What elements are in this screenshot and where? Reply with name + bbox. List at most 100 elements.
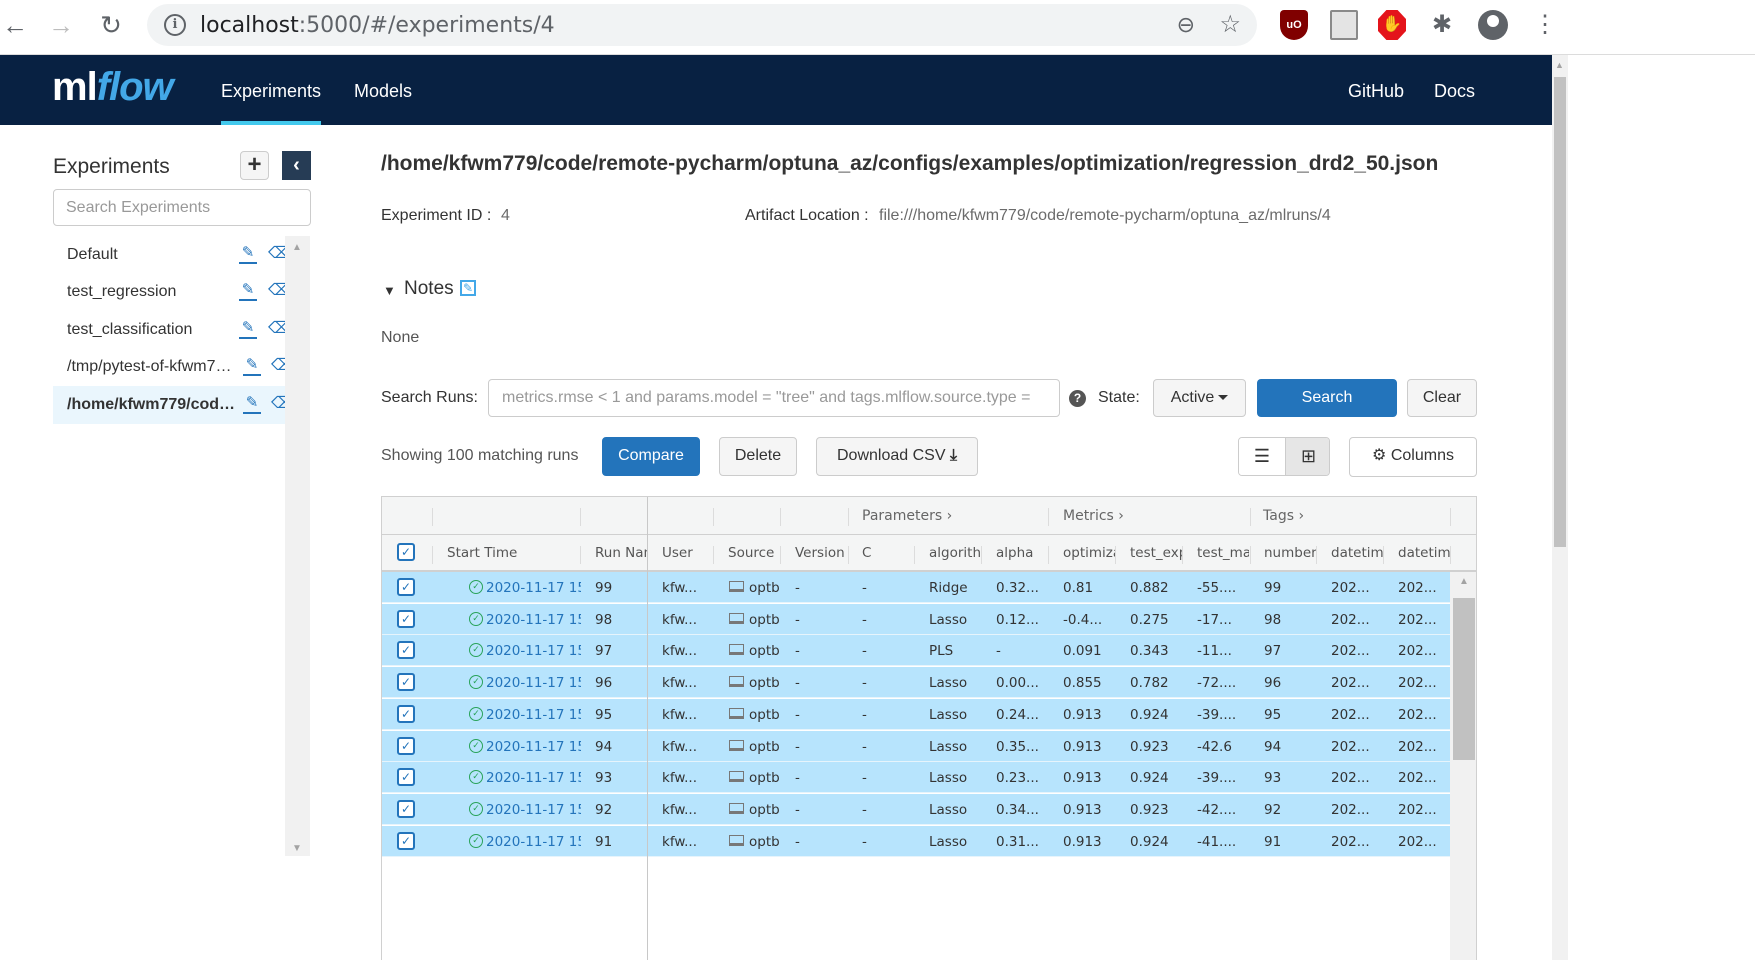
add-experiment-button[interactable]: + — [240, 151, 269, 180]
sidebar-item-default[interactable]: Default ✎ ⌫ — [53, 236, 291, 274]
browser-menu-icon[interactable]: ⋮ — [1533, 10, 1557, 40]
cell-start-time[interactable]: 2020-11-17 15: — [486, 675, 581, 691]
table-row[interactable]: ✓✓2020-11-17 15:99kfw...optbi--Ridge0.32… — [382, 572, 1450, 603]
table-row[interactable]: ✓✓2020-11-17 15:96kfw...optbi--Lasso0.00… — [382, 667, 1450, 699]
col-run-name[interactable]: Run Name — [595, 545, 647, 561]
help-icon[interactable]: ? — [1069, 390, 1086, 407]
cell-start-time[interactable]: 2020-11-17 15: — [486, 612, 581, 628]
table-row[interactable]: ✓✓2020-11-17 15:93kfw...optbi--Lasso0.23… — [382, 762, 1450, 794]
search-runs-input[interactable] — [488, 379, 1060, 417]
trash-icon[interactable]: ⌫ — [268, 281, 291, 301]
download-csv-button[interactable]: Download CSV ⤓ — [816, 437, 978, 476]
table-row[interactable]: ✓✓2020-11-17 15:95kfw...optbi--Lasso0.24… — [382, 698, 1450, 730]
notes-collapse-icon[interactable]: ▼ — [383, 283, 396, 298]
sidebar-item-test-classification[interactable]: test_classification ✎ ⌫ — [53, 311, 291, 349]
state-dropdown[interactable]: Active — [1153, 379, 1246, 417]
experiment-name[interactable]: /tmp/pytest-of-kfwm7… — [67, 358, 237, 376]
site-info-icon[interactable]: i — [164, 14, 186, 36]
cell-start-time[interactable]: 2020-11-17 15: — [486, 707, 581, 723]
scroll-down-icon[interactable]: ▼ — [292, 843, 302, 854]
bookmark-star-icon[interactable]: ☆ — [1219, 10, 1241, 39]
scroll-up-icon[interactable]: ▲ — [1555, 60, 1564, 70]
sidebar-scrollbar[interactable]: ▲ ▼ — [285, 236, 310, 856]
page-scrollbar[interactable]: ▲ — [1552, 55, 1568, 960]
col-start-time[interactable]: Start Time — [447, 545, 577, 561]
delete-button[interactable]: Delete — [719, 437, 797, 476]
sidebar-item-test-regression[interactable]: test_regression ✎ ⌫ — [53, 273, 291, 311]
scroll-up-icon[interactable]: ▲ — [1459, 576, 1469, 587]
row-checkbox[interactable]: ✓ — [397, 799, 415, 818]
forward-icon[interactable]: → — [46, 10, 76, 40]
nav-docs[interactable]: Docs — [1434, 81, 1475, 102]
col-user[interactable]: User — [662, 545, 712, 561]
cell-start-time[interactable]: 2020-11-17 15: — [486, 643, 581, 659]
ublock-extension-icon[interactable]: uO — [1280, 10, 1308, 40]
sidebar-item-home-kfwm779[interactable]: /home/kfwm779/cod… ✎ ⌫ — [53, 386, 294, 424]
col-algorithm[interactable]: algorithm — [929, 545, 981, 561]
col-version[interactable]: Version — [795, 545, 847, 561]
table-row[interactable]: ✓✓2020-11-17 15:91kfw...optbi--Lasso0.31… — [382, 825, 1450, 857]
edit-icon[interactable]: ✎ — [243, 394, 261, 414]
row-checkbox[interactable]: ✓ — [397, 768, 415, 787]
notes-heading[interactable]: Notes — [404, 278, 454, 300]
metrics-group[interactable]: Metrics › — [1063, 508, 1124, 524]
scroll-up-icon[interactable]: ▲ — [292, 242, 302, 253]
back-icon[interactable]: ← — [0, 10, 30, 40]
extensions-puzzle-icon[interactable]: ✱ — [1428, 10, 1456, 40]
row-checkbox[interactable]: ✓ — [397, 704, 415, 723]
document-extension-icon[interactable] — [1330, 10, 1358, 40]
address-bar[interactable]: i localhost:5000/#/experiments/4 ⊖ ☆ — [147, 4, 1257, 46]
col-datetime-1[interactable]: datetime — [1331, 545, 1383, 561]
col-datetime-2[interactable]: datetime — [1398, 545, 1450, 561]
zoom-out-icon[interactable]: ⊖ — [1177, 12, 1195, 38]
collapse-sidebar-button[interactable]: ‹ — [282, 151, 311, 180]
nav-github[interactable]: GitHub — [1348, 81, 1404, 102]
edit-icon[interactable]: ✎ — [239, 244, 257, 264]
col-source[interactable]: Source — [728, 545, 778, 561]
select-all-checkbox[interactable]: ✓ — [397, 543, 415, 561]
edit-icon[interactable]: ✎ — [239, 319, 257, 339]
search-experiments-input[interactable] — [53, 189, 311, 226]
url-text[interactable]: localhost:5000/#/experiments/4 — [200, 13, 555, 38]
col-test-max[interactable]: test_max — [1197, 545, 1249, 561]
list-view-icon[interactable]: ☰ — [1239, 438, 1285, 475]
col-number[interactable]: number — [1264, 545, 1316, 561]
adblock-extension-icon[interactable]: ✋ — [1378, 10, 1406, 40]
parameters-group[interactable]: Parameters › — [862, 508, 952, 524]
clear-button[interactable]: Clear — [1407, 379, 1477, 417]
nav-experiments[interactable]: Experiments — [221, 81, 322, 125]
col-test-exp[interactable]: test_exp — [1130, 545, 1182, 561]
experiment-name[interactable]: test_classification — [67, 321, 237, 339]
edit-icon[interactable]: ✎ — [243, 356, 261, 376]
col-optimization[interactable]: optimization — [1063, 545, 1115, 561]
row-checkbox[interactable]: ✓ — [397, 578, 415, 596]
mlflow-logo[interactable]: mlflow — [52, 65, 174, 110]
search-button[interactable]: Search — [1257, 379, 1397, 417]
edit-notes-icon[interactable]: ✎ — [460, 280, 476, 296]
row-checkbox[interactable]: ✓ — [397, 673, 415, 692]
reload-icon[interactable]: ↻ — [96, 10, 126, 40]
sidebar-item-tmp-pytest[interactable]: /tmp/pytest-of-kfwm7… ✎ ⌫ — [53, 348, 294, 386]
row-checkbox[interactable]: ✓ — [397, 609, 415, 628]
cell-start-time[interactable]: 2020-11-17 15: — [486, 834, 581, 850]
grid-view-icon[interactable]: ⊞ — [1285, 438, 1329, 475]
table-row[interactable]: ✓✓2020-11-17 15:92kfw...optbi--Lasso0.34… — [382, 793, 1450, 825]
cell-start-time[interactable]: 2020-11-17 15: — [486, 770, 581, 786]
table-row[interactable]: ✓✓2020-11-17 15:97kfw...optbi--PLS-0.091… — [382, 635, 1450, 667]
page-scroll-thumb[interactable] — [1554, 77, 1566, 547]
row-checkbox[interactable]: ✓ — [397, 736, 415, 755]
experiment-name[interactable]: test_regression — [67, 283, 237, 301]
col-C[interactable]: C — [862, 545, 912, 561]
tags-group[interactable]: Tags › — [1263, 508, 1304, 524]
columns-button[interactable]: ⚙ Columns — [1349, 437, 1477, 477]
compare-button[interactable]: Compare — [602, 437, 700, 476]
nav-models[interactable]: Models — [354, 81, 412, 102]
cell-start-time[interactable]: 2020-11-17 15: — [486, 802, 581, 818]
row-checkbox[interactable]: ✓ — [397, 831, 415, 850]
table-row[interactable]: ✓✓2020-11-17 15:94kfw...optbi--Lasso0.35… — [382, 730, 1450, 762]
trash-icon[interactable]: ⌫ — [268, 319, 291, 339]
cell-start-time[interactable]: 2020-11-17 15: — [486, 580, 581, 596]
table-scroll-thumb[interactable] — [1453, 598, 1475, 760]
trash-icon[interactable]: ⌫ — [268, 244, 291, 264]
table-scrollbar[interactable]: ▲ — [1450, 572, 1476, 960]
